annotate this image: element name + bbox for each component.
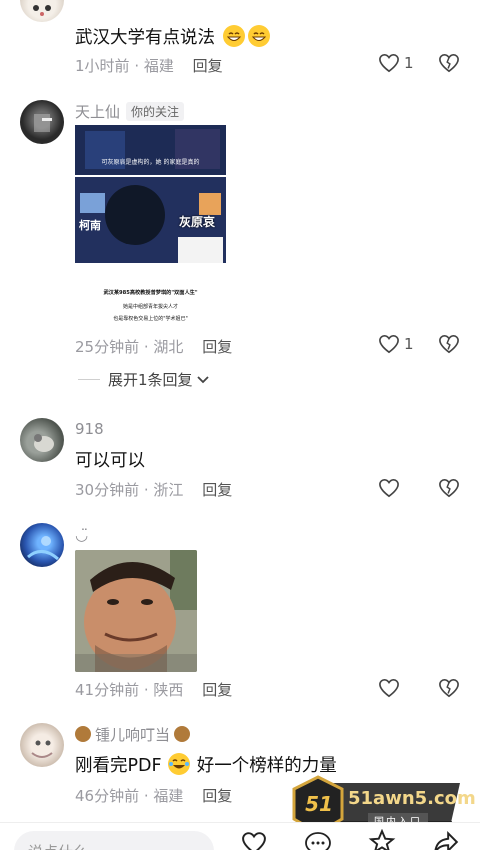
username[interactable]: ◡̈ — [75, 526, 88, 544]
heart-icon[interactable] — [240, 831, 268, 850]
image-line: 她是中组部青年拔尖人才 — [122, 304, 178, 310]
broken-heart-icon — [439, 678, 459, 698]
avatar[interactable] — [20, 0, 64, 22]
watermark-logo: 51 — [305, 792, 333, 816]
bear-emoji-icon — [174, 726, 191, 742]
username[interactable]: 918 — [75, 420, 104, 438]
comment-input-placeholder: 说点什么 — [28, 841, 88, 850]
reply-button[interactable]: 回复 — [202, 338, 232, 356]
share-icon[interactable] — [432, 829, 460, 850]
bottom-action-bar: 说点什么 — [0, 822, 480, 850]
comment-image[interactable]: 可灰原哀是虚构的，她 的家庭是真的 柯南 灰原哀 武汉某985高校教授曾梦琪的"… — [75, 125, 226, 328]
comment-image[interactable] — [75, 550, 197, 672]
avatar[interactable] — [20, 100, 64, 144]
bear-emoji-icon — [75, 726, 91, 742]
heart-icon — [379, 678, 399, 698]
broken-heart-icon — [439, 334, 459, 354]
reply-button[interactable]: 回复 — [193, 57, 223, 75]
image-line: 武汉某985高校教授曾梦琪的"双面人生" — [103, 290, 198, 296]
like-button[interactable]: 1 — [378, 53, 414, 73]
crying-laugh-emoji-icon — [168, 753, 191, 775]
comment-input[interactable]: 说点什么 — [14, 831, 214, 850]
reply-button[interactable]: 回复 — [202, 481, 232, 499]
reply-button[interactable]: 回复 — [202, 787, 232, 805]
image-label-left: 柯南 — [79, 219, 101, 232]
chevron-down-icon — [196, 375, 209, 383]
avatar[interactable] — [20, 523, 64, 567]
heart-icon — [379, 334, 399, 354]
star-icon[interactable] — [368, 829, 396, 850]
broken-heart-icon — [439, 53, 459, 73]
comment-text: 刚看完PDF 好一个榜样的力量 — [75, 752, 337, 777]
follow-tag: 你的关注 — [126, 102, 185, 121]
heart-icon — [379, 53, 399, 73]
avatar[interactable] — [20, 723, 64, 767]
dislike-button[interactable] — [438, 53, 460, 77]
like-button[interactable] — [378, 678, 400, 698]
comment-meta: 25分钟前 · 湖北 回复 — [75, 338, 233, 356]
dislike-button[interactable] — [438, 478, 460, 502]
image-caption: 可灰原哀是虚构的，她 的家庭是真的 — [101, 159, 200, 166]
comment-meta: 30分钟前 · 浙江 回复 — [75, 481, 233, 499]
username[interactable]: 锺儿响叮当 — [75, 724, 191, 745]
dislike-button[interactable] — [438, 678, 460, 702]
comment-meta: 46分钟前 · 福建 回复 — [75, 787, 233, 805]
expand-replies-button[interactable]: 展开1条回复 — [78, 369, 210, 390]
like-button[interactable] — [378, 478, 400, 498]
dislike-button[interactable] — [438, 334, 460, 358]
comment-text: 武汉大学有点说法 — [75, 24, 270, 49]
image-line: 也是靠权色交易上位的"学术姐已" — [113, 316, 188, 322]
comment-text: 可以可以 — [75, 451, 145, 471]
divider — [78, 379, 100, 380]
comment-icon[interactable] — [304, 831, 332, 850]
like-button[interactable]: 1 — [378, 334, 414, 354]
image-label-right: 灰原哀 — [179, 215, 216, 229]
comment-meta: 1小时前 · 福建 回复 — [75, 57, 223, 75]
grin-emoji-icon — [222, 25, 245, 47]
reply-button[interactable]: 回复 — [202, 681, 232, 699]
heart-icon — [379, 478, 399, 498]
avatar[interactable] — [20, 418, 64, 462]
username[interactable]: 天上仙 你的关注 — [75, 101, 185, 122]
comment-meta: 41分钟前 · 陕西 回复 — [75, 681, 233, 699]
watermark-site: 51awn5.com — [348, 788, 476, 809]
broken-heart-icon — [439, 478, 459, 498]
grin-emoji-icon — [247, 25, 270, 47]
